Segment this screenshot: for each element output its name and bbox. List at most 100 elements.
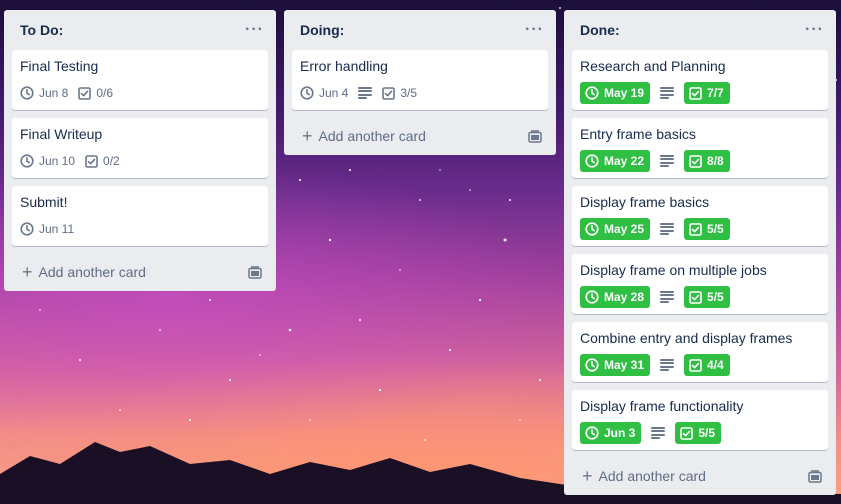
checklist-complete-badge: 8/8 (684, 150, 730, 172)
card[interactable]: Submit! Jun 11 (12, 186, 268, 246)
list-doing: Doing: ··· Error handling Jun 4 3/5 + Ad… (284, 10, 556, 155)
checkbox-icon (689, 358, 702, 372)
due-date-badge[interactable]: Jun 4 (300, 86, 348, 100)
card[interactable]: Entry frame basics May 22 8/8 (572, 118, 828, 178)
checkbox-icon (85, 154, 98, 168)
due-date-text: May 25 (604, 222, 645, 236)
card[interactable]: Error handling Jun 4 3/5 (292, 50, 548, 110)
description-icon (660, 87, 675, 99)
card-title: Display frame functionality (580, 398, 744, 414)
checkbox-icon (382, 86, 396, 100)
card-title: Entry frame basics (580, 126, 696, 142)
list-header: Done: ··· (572, 10, 828, 50)
due-date-complete-badge[interactable]: Jun 3 (580, 422, 642, 444)
list-done: Done: ··· Research and Planning May 19 7… (564, 10, 836, 495)
ellipsis-icon[interactable]: ··· (805, 22, 824, 38)
due-date-complete-badge[interactable]: May 25 (580, 218, 651, 240)
card-template-icon[interactable] (248, 265, 262, 279)
list-title[interactable]: Done: (580, 22, 620, 38)
add-card-label-group: + Add another card (582, 467, 706, 485)
clock-icon (20, 222, 34, 236)
description-badge (358, 87, 373, 99)
card[interactable]: Combine entry and display frames May 31 … (572, 322, 828, 382)
description-badge (660, 155, 675, 167)
checklist-complete-badge: 5/5 (684, 218, 730, 240)
checklist-count: 0/6 (96, 86, 114, 100)
add-card-label: Add another card (598, 468, 706, 484)
list-title[interactable]: Doing: (300, 22, 344, 38)
due-date-complete-badge[interactable]: May 28 (580, 286, 651, 308)
card-badges: Jun 11 (20, 217, 260, 241)
clock-icon (585, 358, 599, 372)
clock-icon (20, 86, 34, 100)
due-date-badge[interactable]: Jun 8 (20, 86, 68, 100)
add-card-button[interactable]: + Add another card (572, 458, 828, 494)
list-title[interactable]: To Do: (20, 22, 63, 38)
due-date-text: Jun 11 (39, 222, 75, 236)
card[interactable]: Research and Planning May 19 7/7 (572, 50, 828, 110)
plus-icon: + (582, 466, 593, 486)
description-icon (660, 291, 675, 303)
card[interactable]: Display frame functionality Jun 3 5/5 (572, 390, 828, 450)
add-card-button[interactable]: + Add another card (12, 254, 268, 290)
checklist-count: 3/5 (400, 86, 418, 100)
checklist-badge: 0/2 (85, 154, 120, 168)
card-badges: Jun 10 0/2 (20, 149, 260, 173)
card[interactable]: Display frame on multiple jobs May 28 5/… (572, 254, 828, 314)
clock-icon (585, 154, 599, 168)
checklist-complete-badge: 4/4 (684, 354, 730, 376)
checklist-complete-badge: 5/5 (675, 422, 722, 444)
card[interactable]: Final Testing Jun 8 0/6 (12, 50, 268, 110)
add-card-label-group: + Add another card (22, 263, 146, 281)
add-card-label: Add another card (38, 264, 146, 280)
card-title: Display frame basics (580, 194, 710, 210)
description-icon (651, 427, 666, 439)
plus-icon: + (22, 262, 33, 282)
clock-icon (585, 426, 599, 440)
card-badges: Jun 3 5/5 (580, 421, 820, 445)
due-date-text: Jun 8 (39, 86, 69, 100)
card-badges: May 25 5/5 (580, 217, 820, 241)
checklist-count: 5/5 (707, 290, 724, 304)
checklist-badge: 0/6 (78, 86, 113, 100)
due-date-text: May 31 (604, 358, 645, 372)
card-badges: Jun 8 0/6 (20, 81, 260, 105)
due-date-text: Jun 10 (39, 154, 76, 168)
card-title: Final Testing (20, 58, 99, 74)
add-card-button[interactable]: + Add another card (292, 118, 548, 154)
checkbox-icon (680, 426, 694, 440)
ellipsis-icon[interactable]: ··· (525, 22, 544, 38)
checklist-count: 0/2 (103, 154, 120, 168)
checklist-complete-badge: 5/5 (684, 286, 730, 308)
description-icon (660, 223, 675, 235)
due-date-badge[interactable]: Jun 11 (20, 222, 74, 236)
card-template-icon[interactable] (528, 129, 542, 143)
card[interactable]: Final Writeup Jun 10 0/2 (12, 118, 268, 178)
card-badges: May 28 5/5 (580, 285, 820, 309)
clock-icon (585, 86, 599, 100)
due-date-complete-badge[interactable]: May 19 (580, 82, 651, 104)
card-title: Final Writeup (20, 126, 103, 142)
ellipsis-icon[interactable]: ··· (245, 22, 264, 38)
checklist-count: 7/7 (707, 86, 724, 100)
due-date-text: May 28 (604, 290, 645, 304)
due-date-complete-badge[interactable]: May 22 (580, 150, 651, 172)
plus-icon: + (302, 126, 313, 146)
card-template-icon[interactable] (808, 469, 822, 483)
clock-icon (300, 86, 314, 100)
checkbox-icon (689, 290, 702, 304)
card[interactable]: Display frame basics May 25 5/5 (572, 186, 828, 246)
list-todo: To Do: ··· Final Testing Jun 8 0/6 Final… (4, 10, 276, 291)
clock-icon (585, 290, 599, 304)
description-badge (660, 223, 675, 235)
card-title: Submit! (20, 194, 68, 210)
due-date-badge[interactable]: Jun 10 (20, 154, 75, 168)
due-date-text: Jun 4 (319, 86, 349, 100)
due-date-text: Jun 3 (604, 426, 636, 440)
checklist-count: 8/8 (707, 154, 724, 168)
due-date-complete-badge[interactable]: May 31 (580, 354, 651, 376)
checklist-count: 5/5 (707, 222, 724, 236)
due-date-text: May 19 (604, 86, 645, 100)
card-title: Combine entry and display frames (580, 330, 793, 346)
checkbox-icon (689, 222, 702, 236)
